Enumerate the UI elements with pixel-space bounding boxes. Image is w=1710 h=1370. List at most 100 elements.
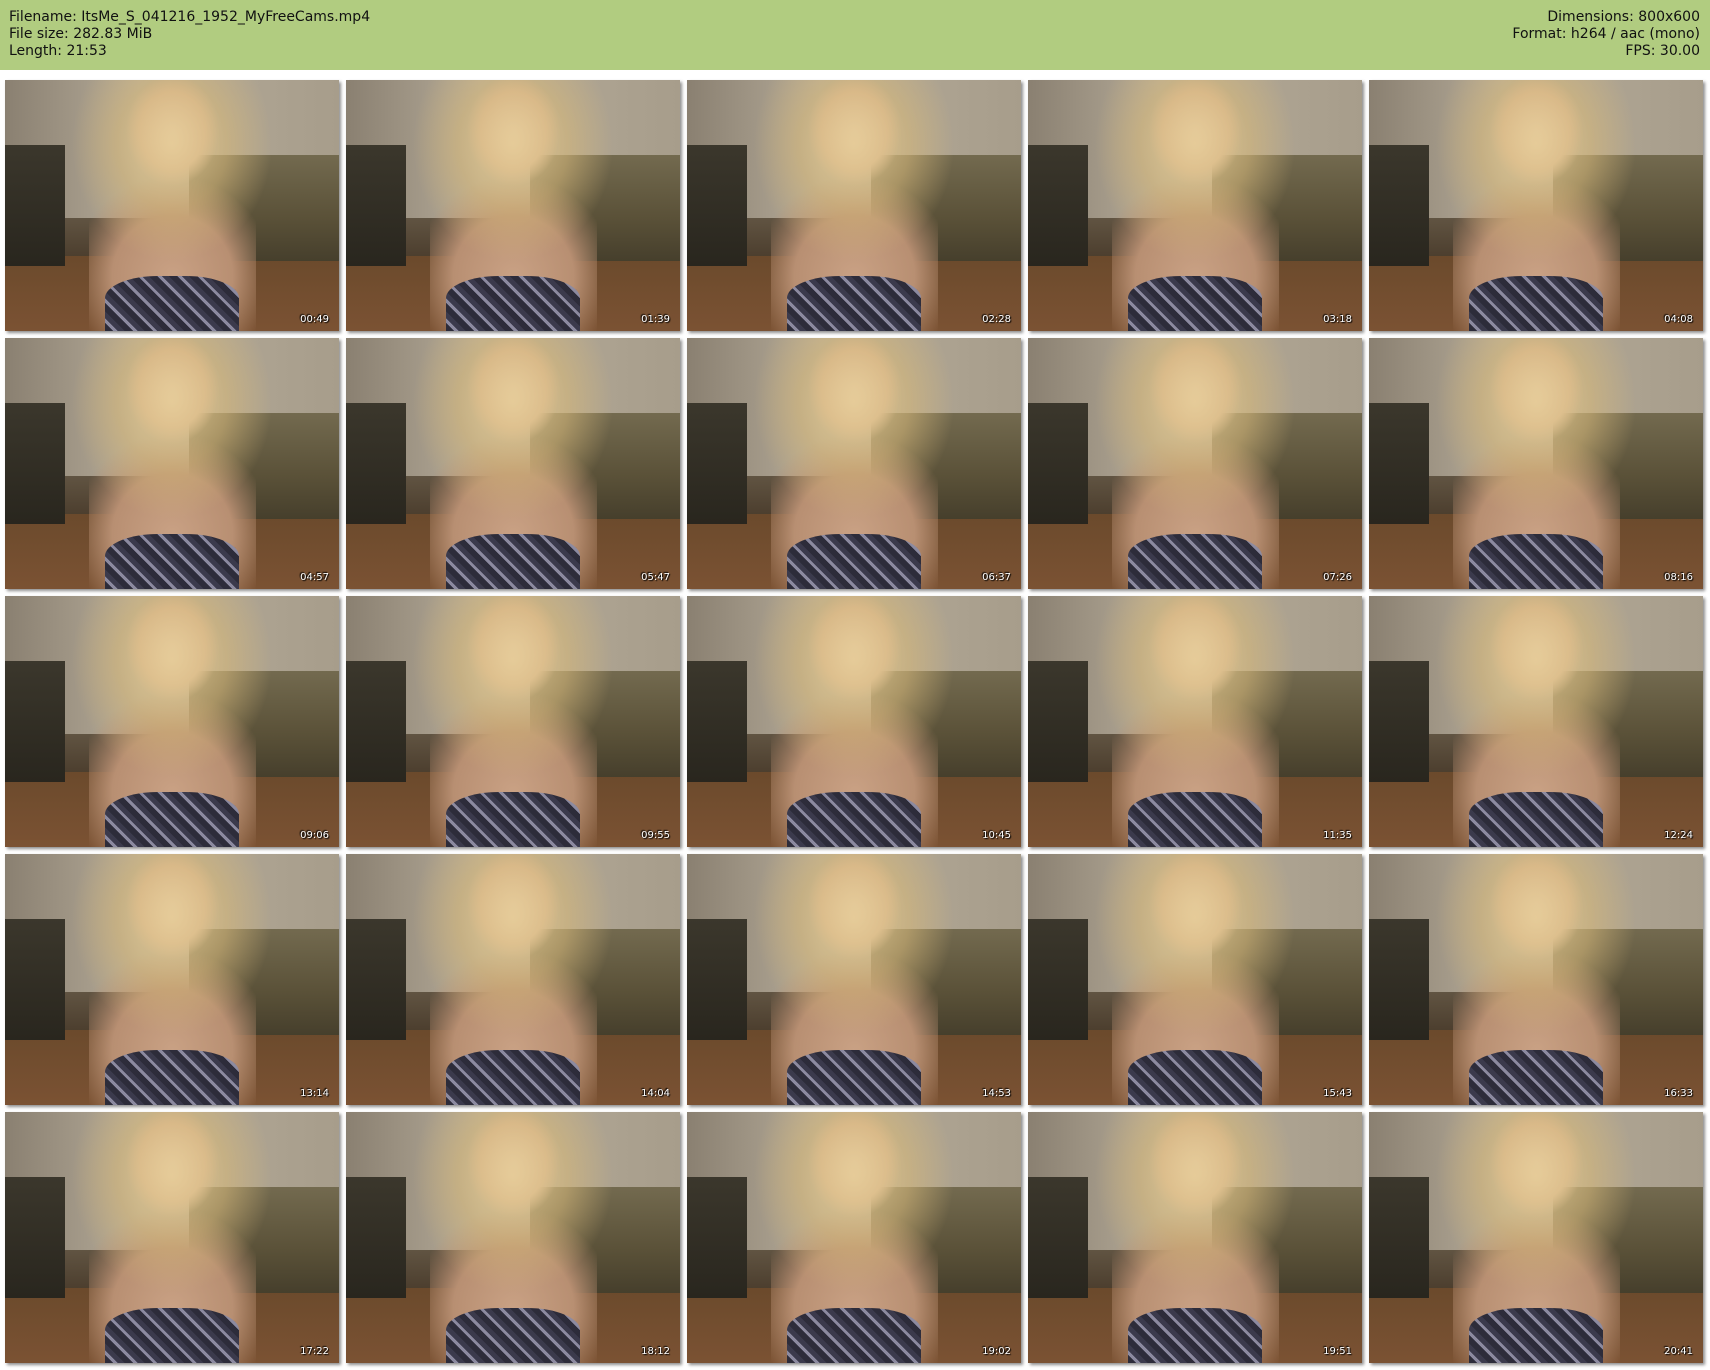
video-thumbnail: 03:18	[1028, 80, 1362, 331]
hair	[412, 80, 614, 294]
video-thumbnail: 12:24	[1369, 596, 1703, 847]
clothing	[787, 1307, 921, 1363]
timestamp-label: 14:04	[641, 1088, 670, 1099]
hair	[1435, 338, 1637, 552]
timestamp-label: 11:35	[1323, 830, 1352, 841]
hair	[412, 596, 614, 810]
cabinet	[1369, 403, 1430, 524]
clothing	[787, 533, 921, 589]
video-thumbnail: 19:02	[687, 1112, 1021, 1363]
video-thumbnail: 13:14	[5, 854, 339, 1105]
hair	[1435, 596, 1637, 810]
thumbnail-frame	[5, 1112, 339, 1363]
clothing	[787, 1049, 921, 1105]
cabinet	[1028, 145, 1089, 266]
video-thumbnail: 09:06	[5, 596, 339, 847]
clothing	[446, 533, 580, 589]
video-thumbnail: 02:28	[687, 80, 1021, 331]
video-thumbnail: 14:53	[687, 854, 1021, 1105]
timestamp-label: 17:22	[300, 1346, 329, 1357]
hair	[1094, 1112, 1296, 1326]
cabinet	[346, 661, 407, 782]
hair	[1094, 854, 1296, 1068]
timestamp-label: 12:24	[1664, 830, 1693, 841]
cabinet	[687, 403, 748, 524]
thumbnail-frame	[1369, 338, 1703, 589]
hair	[1094, 80, 1296, 294]
thumbnail-frame	[5, 80, 339, 331]
thumbnail-frame	[687, 338, 1021, 589]
clothing	[105, 533, 239, 589]
video-thumbnail: 08:16	[1369, 338, 1703, 589]
video-thumbnail: 11:35	[1028, 596, 1362, 847]
video-thumbnail: 16:33	[1369, 854, 1703, 1105]
cabinet	[346, 1177, 407, 1298]
cabinet	[5, 661, 66, 782]
video-thumbnail: 05:47	[346, 338, 680, 589]
clothing	[446, 1307, 580, 1363]
timestamp-label: 09:06	[300, 830, 329, 841]
hair	[1094, 338, 1296, 552]
clothing	[787, 791, 921, 847]
hair	[753, 1112, 955, 1326]
clothing	[1128, 791, 1262, 847]
thumbnail-frame	[5, 596, 339, 847]
cabinet	[346, 145, 407, 266]
clothing	[1469, 791, 1603, 847]
hair	[412, 854, 614, 1068]
cabinet	[1369, 919, 1430, 1040]
cabinet	[1028, 1177, 1089, 1298]
timestamp-label: 04:57	[300, 572, 329, 583]
clothing	[446, 275, 580, 331]
timestamp-label: 20:41	[1664, 1346, 1693, 1357]
thumbnail-frame	[687, 596, 1021, 847]
clothing	[105, 275, 239, 331]
hair	[412, 1112, 614, 1326]
cabinet	[5, 403, 66, 524]
clothing	[105, 1307, 239, 1363]
clothing	[787, 275, 921, 331]
timestamp-label: 14:53	[982, 1088, 1011, 1099]
hair	[1435, 854, 1637, 1068]
video-thumbnail: 09:55	[346, 596, 680, 847]
cabinet	[1369, 661, 1430, 782]
video-thumbnail: 20:41	[1369, 1112, 1703, 1363]
cabinet	[687, 1177, 748, 1298]
hair	[753, 338, 955, 552]
hair	[1094, 596, 1296, 810]
timestamp-label: 19:02	[982, 1346, 1011, 1357]
hair	[753, 854, 955, 1068]
thumbnail-frame	[1028, 1112, 1362, 1363]
thumbnail-frame	[1028, 338, 1362, 589]
clothing	[1128, 1307, 1262, 1363]
cabinet	[687, 919, 748, 1040]
hair	[71, 596, 273, 810]
video-thumbnail: 17:22	[5, 1112, 339, 1363]
hair	[412, 338, 614, 552]
video-thumbnail: 14:04	[346, 854, 680, 1105]
cabinet	[1369, 1177, 1430, 1298]
timestamp-label: 19:51	[1323, 1346, 1352, 1357]
thumbnail-frame	[1369, 854, 1703, 1105]
timestamp-label: 05:47	[641, 572, 670, 583]
clothing	[105, 791, 239, 847]
hair	[1435, 80, 1637, 294]
clothing	[1469, 533, 1603, 589]
thumbnail-frame	[5, 338, 339, 589]
cabinet	[687, 145, 748, 266]
clothing	[1469, 1307, 1603, 1363]
thumbnail-frame	[346, 80, 680, 331]
hair	[71, 80, 273, 294]
hair	[71, 338, 273, 552]
video-thumbnail: 18:12	[346, 1112, 680, 1363]
timestamp-label: 07:26	[1323, 572, 1352, 583]
video-thumbnail: 01:39	[346, 80, 680, 331]
thumbnail-frame	[1369, 596, 1703, 847]
thumbnail-frame	[346, 338, 680, 589]
clothing	[105, 1049, 239, 1105]
thumbnail-frame	[1369, 80, 1703, 331]
timestamp-label: 06:37	[982, 572, 1011, 583]
timestamp-label: 18:12	[641, 1346, 670, 1357]
cabinet	[5, 1177, 66, 1298]
cabinet	[346, 403, 407, 524]
